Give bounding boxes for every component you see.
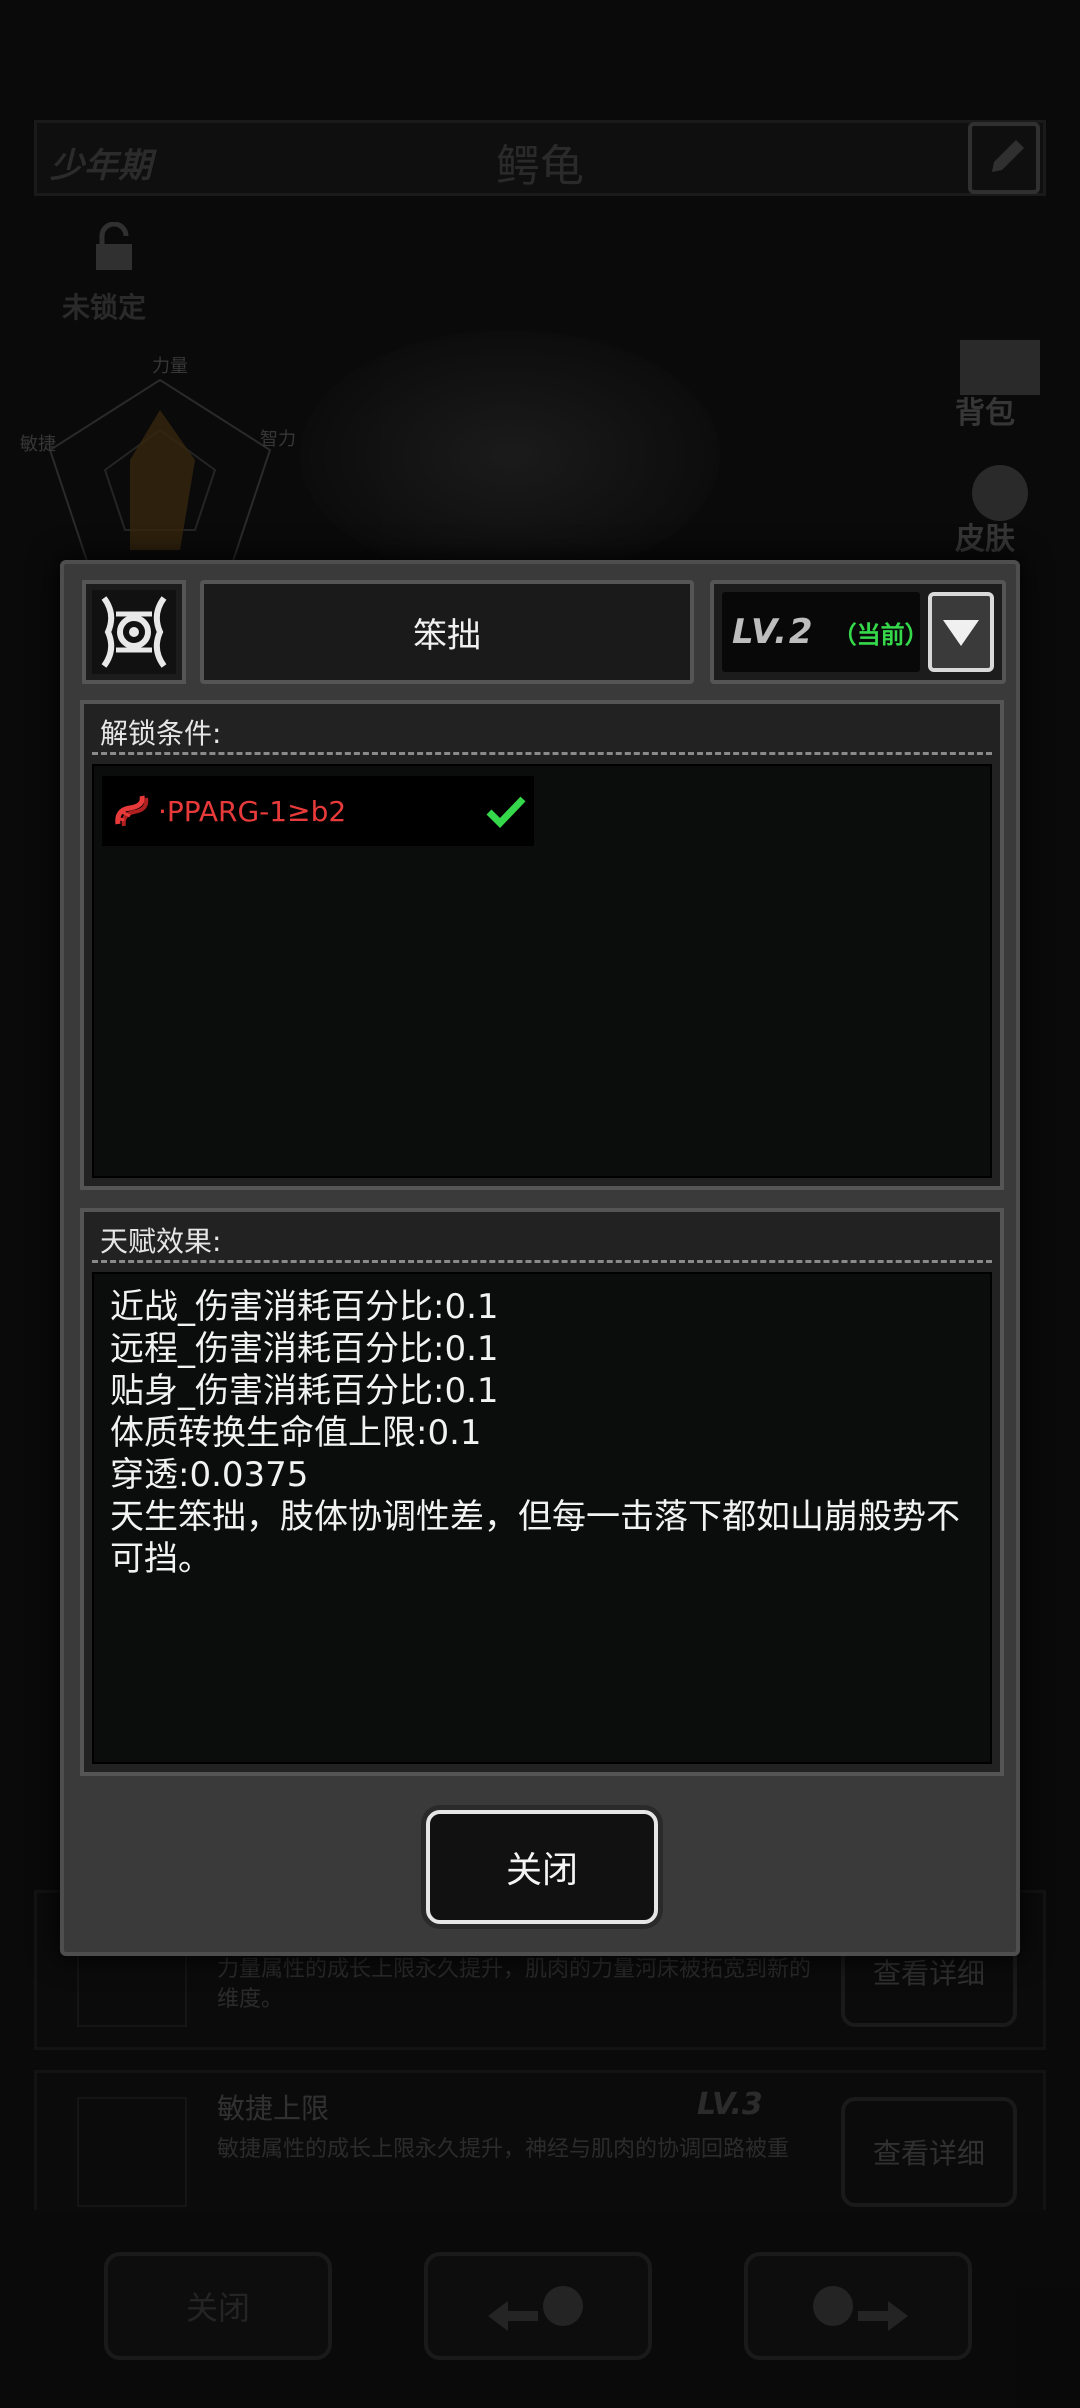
- radar-label-agility: 敏捷: [20, 434, 56, 455]
- radar-label-strength: 力量: [152, 356, 188, 377]
- talent-effect-text: 近战_伤害消耗百分比:0.1 远程_伤害消耗百分比:0.1 贴身_伤害消耗百分比…: [110, 1287, 960, 1579]
- unlock-conditions-list: ·PPARG-1≥b2: [92, 764, 992, 1178]
- radar-label-intelligence: 智力: [260, 429, 296, 450]
- talent-row-description: 力量属性的成长上限永久提升，肌肉的力量河床被拓宽到新的维度。: [217, 1957, 812, 2012]
- talent-detail-dialog: 笨拙 LV.2 （当前） 解锁条件: ·PPARG-1≥b2 天赋效果: 近战_…: [60, 560, 1020, 1956]
- bottom-close-button[interactable]: 关闭: [104, 2252, 332, 2360]
- talent-effect-body: 近战_伤害消耗百分比:0.1 远程_伤害消耗百分比:0.1 贴身_伤害消耗百分比…: [92, 1272, 992, 1764]
- talent-row-level: LV.3: [697, 2087, 763, 2122]
- unlock-condition-item: ·PPARG-1≥b2: [102, 776, 534, 846]
- next-creature-icon: [813, 2286, 908, 2331]
- previous-creature-icon: [488, 2286, 583, 2331]
- talent-row-title: 敏捷上限: [217, 2092, 330, 2125]
- level-current-badge: （当前）: [832, 620, 929, 649]
- creature-portrait: [300, 330, 720, 580]
- talent-name: 笨拙: [200, 580, 694, 684]
- unlock-conditions-title: 解锁条件:: [100, 717, 222, 750]
- unlock-condition-text: ·PPARG-1≥b2: [158, 794, 347, 828]
- edit-icon[interactable]: [968, 122, 1040, 194]
- talent-effect-title: 天赋效果:: [100, 1225, 222, 1258]
- backpack-label: 背包: [955, 396, 1015, 431]
- unlock-conditions-panel: 解锁条件: ·PPARG-1≥b2: [80, 700, 1004, 1190]
- lock-icon[interactable]: [92, 222, 136, 272]
- talent-emblem-icon: [82, 580, 186, 684]
- next-creature-button[interactable]: [744, 2252, 972, 2360]
- level-display: LV.2 （当前）: [722, 592, 929, 672]
- close-button[interactable]: 关闭: [426, 1810, 658, 1924]
- chevron-down-icon: [943, 620, 979, 646]
- lock-label: 未锁定: [62, 291, 147, 324]
- previous-creature-button[interactable]: [424, 2252, 652, 2360]
- divider: [92, 752, 992, 755]
- creature-name: 鳄龟: [496, 141, 584, 192]
- talent-effect-panel: 天赋效果: 近战_伤害消耗百分比:0.1 远程_伤害消耗百分比:0.1 贴身_伤…: [80, 1208, 1004, 1776]
- level-value: LV.2: [732, 612, 815, 652]
- check-icon: [486, 796, 526, 828]
- talent-row: 敏捷上限 LV.3 敏捷属性的成长上限永久提升，神经与肌肉的协调回路被重 查看详…: [34, 2070, 1046, 2230]
- talent-row-icon: [77, 2097, 187, 2207]
- talent-row-description: 敏捷属性的成长上限永久提升，神经与肌肉的协调回路被重: [217, 2137, 790, 2162]
- view-details-button[interactable]: 查看详细: [841, 2097, 1017, 2207]
- gene-icon: [115, 795, 149, 827]
- level-dropdown-button[interactable]: [928, 592, 994, 672]
- attribute-radar-chart: 力量 敏捷 智力: [20, 350, 300, 580]
- skin-label: 皮肤: [955, 522, 1015, 557]
- level-selector: LV.2 （当前）: [710, 580, 1006, 684]
- divider: [92, 1260, 992, 1263]
